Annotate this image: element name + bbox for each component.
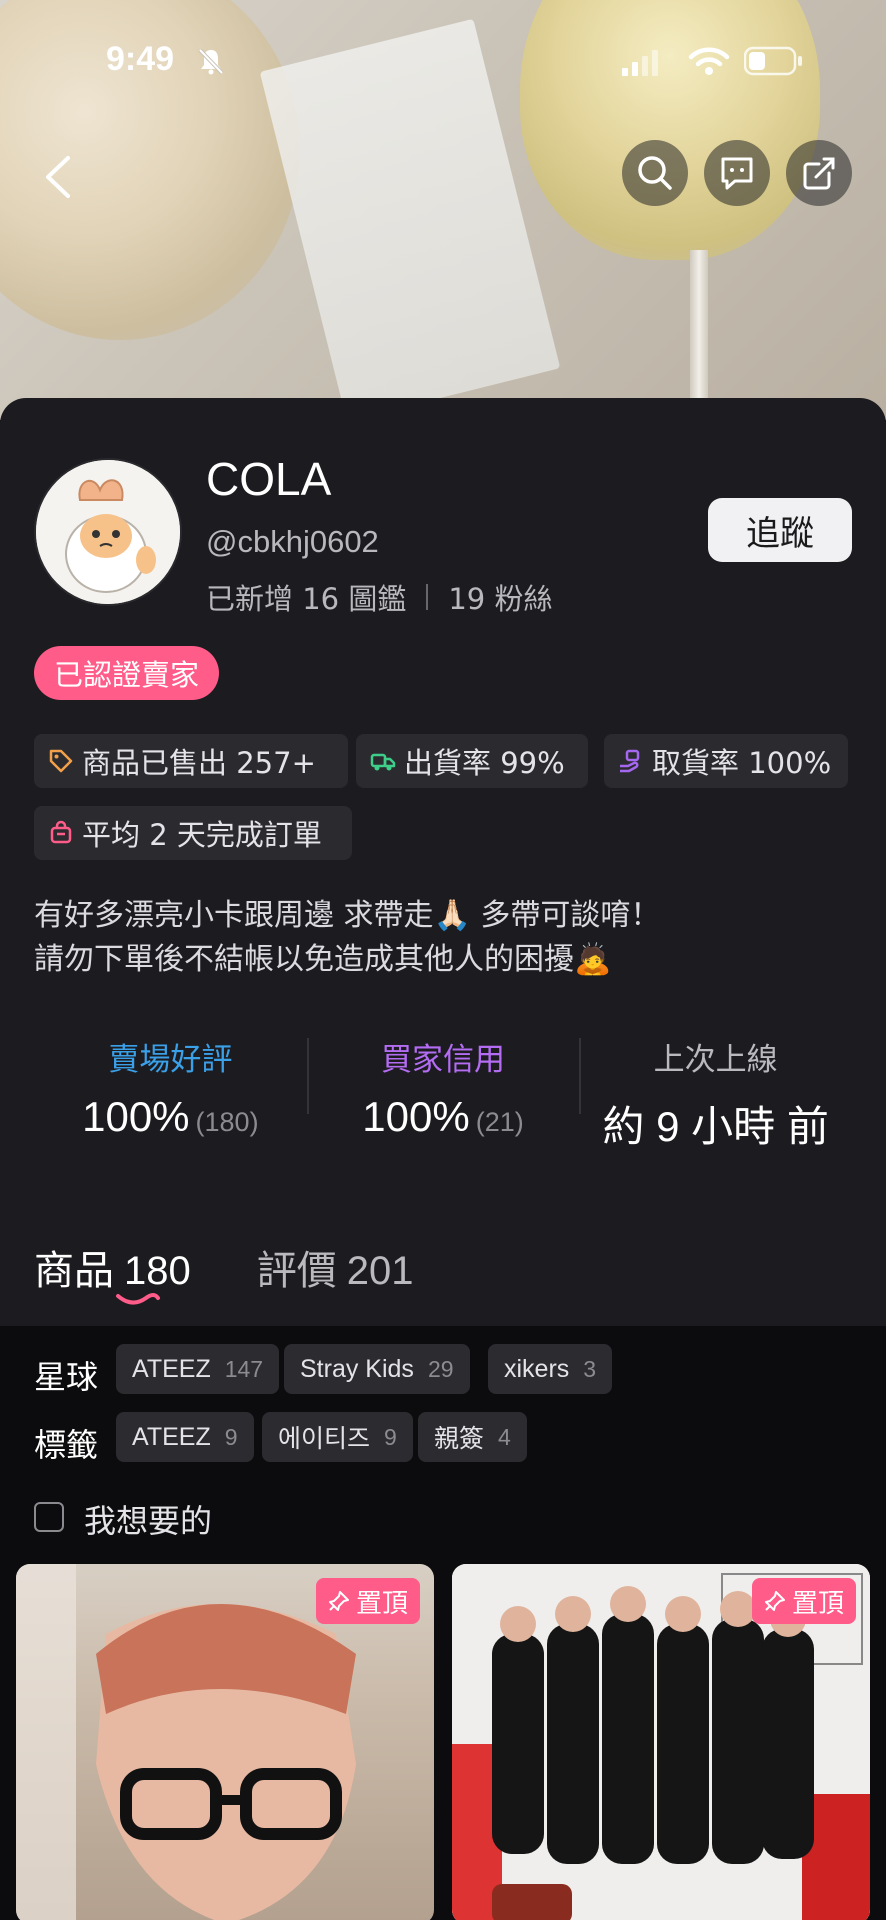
tab-reviews-count: 201	[346, 1249, 414, 1293]
store-rating-value-group: 100% (180)	[82, 1093, 258, 1141]
collections-count[interactable]: 已新增 16 圖鑑	[206, 576, 406, 618]
tag-pill-ateez[interactable]: ATEEZ 9	[116, 1412, 254, 1462]
planet-pill-stray-kids[interactable]: Stray Kids 29	[284, 1344, 470, 1394]
buyer-credit-count: (21)	[475, 1107, 524, 1137]
planet-count: 29	[427, 1355, 454, 1382]
tab-reviews[interactable]: 評價 201	[257, 1238, 414, 1296]
tag-name: 親簽	[434, 1425, 485, 1453]
pinned-badge: 置頂	[751, 1578, 856, 1624]
tab-products[interactable]: 商品 180	[34, 1238, 191, 1305]
chat-button[interactable]	[704, 140, 770, 206]
pin-icon	[764, 1591, 785, 1611]
last-online: 上次上線 約 9 小時 前	[579, 1026, 852, 1150]
pinned-badge: 置頂	[315, 1578, 420, 1624]
tag-name: 에이티즈	[278, 1425, 371, 1453]
search-button[interactable]	[622, 140, 688, 206]
avg-days-chip: 平均 2 天完成訂單	[34, 806, 352, 860]
profile-stats: 已新增 16 圖鑑 19 粉絲	[206, 576, 552, 618]
tag-count: 9	[224, 1423, 238, 1450]
buyer-credit-value-group: 100% (21)	[362, 1093, 523, 1141]
store-rating-title: 賣場好評	[108, 1042, 233, 1078]
hand-box-icon	[620, 749, 640, 773]
pickup-rate-text: 取貨率 100%	[652, 746, 832, 780]
pickup-rate-chip: 取貨率 100%	[604, 734, 848, 788]
bag-icon	[50, 820, 72, 844]
avatar[interactable]	[34, 458, 182, 606]
planet-name: ATEEZ	[132, 1354, 211, 1383]
glass-stem-image	[690, 250, 708, 420]
chat-icon	[721, 157, 753, 190]
user-handle: @cbkhj0602	[206, 524, 379, 559]
last-online-title: 上次上線	[653, 1042, 778, 1078]
tag-count: 4	[498, 1423, 511, 1450]
ratings-row: 賣場好評 100% (180) 買家信用 100% (21) 上次上線 約 9 …	[34, 1026, 852, 1150]
planet-pill-xikers[interactable]: xikers 3	[488, 1344, 613, 1394]
ship-rate-text: 出貨率 99%	[404, 746, 565, 780]
planet-pill-ateez[interactable]: ATEEZ 147	[116, 1344, 280, 1394]
want-checkbox[interactable]	[34, 1502, 64, 1532]
buyer-credit-title: 買家信用	[381, 1042, 505, 1078]
signal-icon	[622, 50, 658, 76]
tag-filter-label: 標籤	[34, 1426, 99, 1464]
store-rating-count: (180)	[195, 1107, 259, 1137]
back-arrow-icon[interactable]	[40, 152, 76, 202]
profile-tabs: 商品 180 評價 201	[34, 1238, 414, 1305]
planet-count: 3	[583, 1355, 597, 1382]
tag-icon	[49, 749, 73, 773]
verified-seller-badge: 已認證賣家	[34, 646, 220, 700]
sold-count-text: 商品已售出 257+	[82, 746, 316, 780]
tab-reviews-label: 評價	[256, 1248, 337, 1294]
pin-icon	[328, 1591, 349, 1611]
battery-icon	[744, 46, 802, 76]
store-rating[interactable]: 賣場好評 100% (180)	[34, 1026, 307, 1146]
bio-text: 有好多漂亮小卡跟周邊 求帶走🙏🏻 多帶可談唷！ 請勿下單後不結帳以免造成其他人的…	[34, 894, 660, 982]
ship-rate-chip: 出貨率 99%	[356, 734, 588, 788]
buyer-credit-value: 100%	[362, 1093, 470, 1140]
tab-products-label: 商品	[34, 1248, 114, 1294]
share-button[interactable]	[786, 140, 852, 206]
status-bar: 9:49	[0, 36, 886, 86]
truck-icon	[370, 753, 396, 771]
search-icon	[638, 156, 672, 190]
follow-button[interactable]: 追蹤	[708, 498, 852, 562]
tag-pill-autograph[interactable]: 親簽 4	[418, 1412, 527, 1462]
planet-name: Stray Kids	[300, 1354, 414, 1383]
cat-avatar-icon	[36, 460, 180, 604]
tag-count: 9	[384, 1423, 397, 1450]
product-card[interactable]: 置頂	[16, 1564, 434, 1920]
want-label: 我想要的	[84, 1502, 213, 1540]
bio-line-2: 請勿下單後不結帳以免造成其他人的困擾🙇	[34, 942, 612, 977]
tab-products-count: 180	[124, 1249, 191, 1293]
store-rating-value: 100%	[82, 1093, 190, 1140]
bio-line-1: 有好多漂亮小卡跟周邊 求帶走🙏🏻 多帶可談唷！	[34, 898, 661, 933]
user-name: COLA	[206, 453, 332, 505]
last-online-value: 約 9 小時 前	[602, 1103, 829, 1150]
buyer-credit[interactable]: 買家信用 100% (21)	[306, 1026, 580, 1146]
sold-count-chip: 商品已售出 257+	[34, 734, 348, 788]
status-time: 9:49	[106, 40, 175, 78]
planet-name: xikers	[504, 1354, 570, 1383]
tag-pill-korean-ateez[interactable]: 에이티즈 9	[262, 1412, 413, 1462]
pinned-label: 置頂	[355, 1588, 408, 1619]
avg-days-text: 平均 2 天完成訂單	[82, 818, 322, 852]
product-card[interactable]: 置頂	[452, 1564, 870, 1920]
tag-name: ATEEZ	[132, 1422, 211, 1451]
active-tab-underline	[116, 1293, 160, 1305]
share-icon	[803, 157, 835, 190]
followers-count[interactable]: 19 粉絲	[448, 576, 552, 618]
planet-filter-label: 星球	[34, 1358, 99, 1396]
stats-divider	[426, 584, 429, 610]
planet-count: 147	[224, 1355, 264, 1382]
wifi-icon	[688, 47, 730, 75]
bell-muted-icon	[198, 48, 224, 75]
pinned-label: 置頂	[791, 1588, 844, 1619]
